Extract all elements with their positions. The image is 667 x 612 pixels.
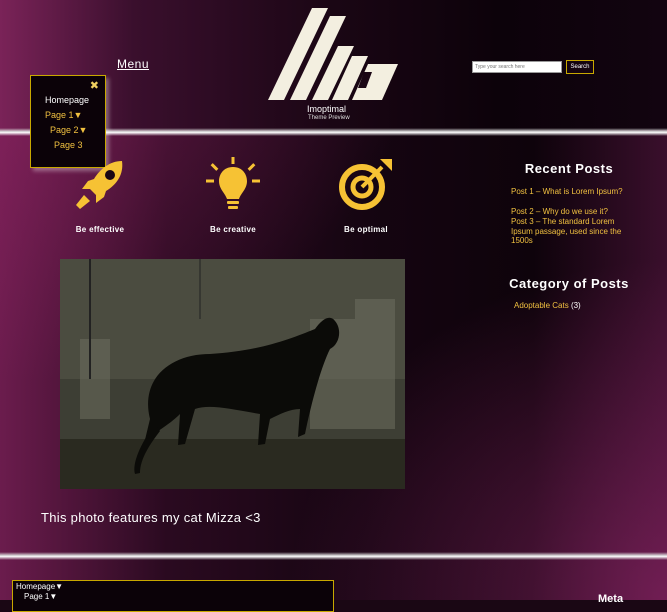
lightbulb-icon	[206, 157, 260, 209]
menu-item-page-1[interactable]: Page 1▼	[45, 110, 82, 120]
recent-post-link[interactable]: Post 3 – The standard Lorem Ipsum passag…	[511, 217, 636, 246]
menu-item-page-3[interactable]: Page 3	[54, 140, 83, 150]
category-item: Adoptable Cats (3)	[514, 301, 581, 310]
feature-effective: Be effective	[55, 155, 145, 234]
menu-item-page-2[interactable]: Page 2▼	[50, 125, 87, 135]
close-icon[interactable]: ✖	[90, 79, 99, 92]
feature-label: Be optimal	[344, 225, 388, 234]
feature-optimal: Be optimal	[321, 155, 411, 234]
feature-label: Be creative	[210, 225, 256, 234]
photo-caption: This photo features my cat Mizza <3	[41, 510, 261, 525]
recent-post-link[interactable]: Post 2 – Why do we use it?	[511, 207, 636, 217]
recent-posts-title: Recent Posts	[524, 161, 614, 176]
logo-title: Imoptimal	[307, 104, 347, 114]
menu-toggle-link[interactable]: Menu	[117, 57, 149, 71]
meta-title: Meta	[598, 593, 624, 605]
cat-photo	[60, 259, 405, 489]
feature-creative: Be creative	[188, 155, 278, 234]
footer-menu-item-homepage[interactable]: Homepage▼	[16, 582, 63, 591]
search-button[interactable]: Search	[566, 60, 594, 74]
feature-label: Be effective	[75, 225, 125, 234]
category-title: Category of Posts	[509, 276, 629, 291]
category-count: (3)	[570, 301, 581, 310]
footer-divider	[0, 552, 667, 560]
recent-post-link[interactable]: Post 1 – What is Lorem Ipsum?	[511, 187, 636, 197]
logo-subtitle: Theme Preview	[308, 115, 350, 121]
target-icon	[339, 159, 392, 210]
site-logo[interactable]	[268, 8, 400, 102]
rocket-icon	[76, 161, 123, 209]
footer-menu: Homepage▼ Page 1▼	[12, 580, 334, 612]
search-input[interactable]	[472, 61, 562, 73]
menu-item-homepage[interactable]: Homepage	[45, 95, 89, 105]
category-link[interactable]: Adoptable Cats	[514, 301, 569, 310]
